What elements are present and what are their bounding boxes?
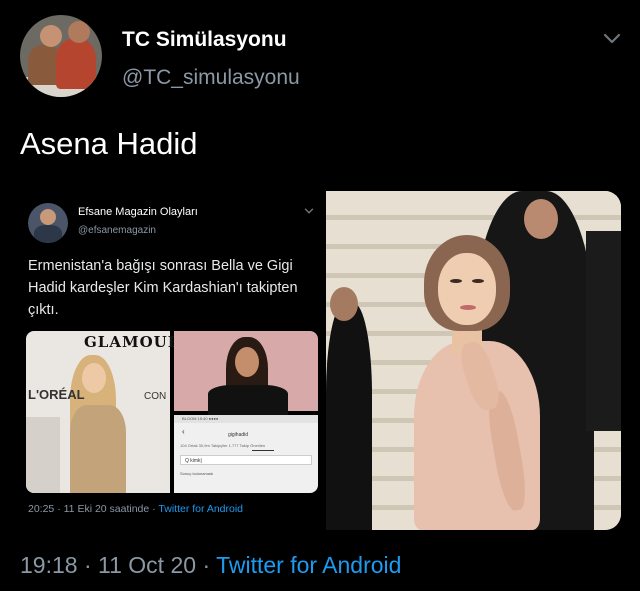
profile-username: gigihadid xyxy=(228,432,249,438)
chevron-down-icon xyxy=(304,208,314,214)
quoted-tweet-screenshot[interactable]: Efsane Magazin Olayları @efsanemagazin E… xyxy=(20,191,326,530)
separator: · xyxy=(202,552,211,578)
screenshot-meta: 20:25 · 11 Eki 20 saatinde · Twitter for… xyxy=(28,503,243,515)
screenshot-date: 11 Eki 20 saatinde xyxy=(63,503,150,515)
following-search-field: Q kimk| xyxy=(180,455,312,465)
photo-detail xyxy=(460,305,476,310)
screenshot-image-following-search: BLOOM 15:40 ●●●● ‹ gigihadid 104 Ortak 3… xyxy=(174,415,318,493)
avatar-detail xyxy=(56,39,96,89)
tweet-source-link[interactable]: Twitter for Android xyxy=(216,552,401,578)
separator: · xyxy=(57,503,61,515)
tweet-meta: 19:18 · 11 Oct 20 · Twitter for Android xyxy=(20,552,401,579)
photo-met-gala[interactable] xyxy=(326,191,621,530)
screenshot-image-grid: GLAMOUR L'ORÉAL CON BLOOM 15:40 ●●●● ‹ g… xyxy=(26,331,318,493)
user-handle[interactable]: @TC_simulasyonu xyxy=(122,66,300,90)
separator: · xyxy=(83,552,92,578)
back-arrow-icon: ‹ xyxy=(182,427,185,436)
status-bar-text: BLOOM 15:40 ●●●● xyxy=(182,416,219,421)
screenshot-image-portrait xyxy=(174,331,318,415)
photo-detail xyxy=(326,287,372,530)
screenshot-image-red-carpet: GLAMOUR L'ORÉAL CON xyxy=(26,331,180,493)
display-name[interactable]: TC Simülasyonu xyxy=(122,28,287,52)
photo-detail xyxy=(70,405,126,493)
photo-detail xyxy=(450,279,462,283)
avatar[interactable] xyxy=(20,15,102,97)
photo-detail xyxy=(472,279,484,283)
separator: · xyxy=(152,503,156,515)
photo-detail xyxy=(330,287,358,321)
avatar-detail xyxy=(40,25,62,47)
magazine-logo: GLAMOUR xyxy=(84,333,182,351)
brand-name: L'ORÉAL xyxy=(28,387,85,402)
brand-logo: L'ORÉAL xyxy=(28,387,85,402)
screenshot-display-name: Efsane Magazin Olayları xyxy=(78,206,198,218)
tweet-date[interactable]: 11 Oct 20 xyxy=(98,552,196,578)
photo-detail xyxy=(438,253,496,325)
avatar-detail xyxy=(68,21,90,43)
photo-detail xyxy=(26,417,60,493)
tweet-media[interactable]: Efsane Magazin Olayları @efsanemagazin E… xyxy=(20,191,621,530)
tweet-time[interactable]: 19:18 xyxy=(20,552,78,578)
screenshot-time: 20:25 xyxy=(28,503,55,515)
backdrop-text: CON xyxy=(144,391,167,402)
photo-detail xyxy=(235,347,259,377)
chevron-down-icon[interactable] xyxy=(600,26,624,50)
search-result-text: Sonuç bulunamadı xyxy=(180,471,214,476)
photo-detail xyxy=(524,199,558,239)
photo-detail xyxy=(586,231,621,431)
screenshot-tweet-text: Ermenistan'a bağışı sonrası Bella ve Gig… xyxy=(28,258,298,318)
status-bar: BLOOM 15:40 ●●●● xyxy=(174,415,318,423)
active-tab-indicator xyxy=(252,450,274,451)
photo-detail xyxy=(82,363,106,393)
profile-tabs: 104 Ortak 30,9m Takipçiler 1.777 Takip Ö… xyxy=(180,443,266,448)
screenshot-avatar xyxy=(28,203,68,243)
photo-detail xyxy=(208,385,288,415)
tweet-text: Asena Hadid xyxy=(20,126,198,161)
screenshot-handle: @efsanemagazin xyxy=(78,225,156,236)
screenshot-source: Twitter for Android xyxy=(158,503,244,515)
